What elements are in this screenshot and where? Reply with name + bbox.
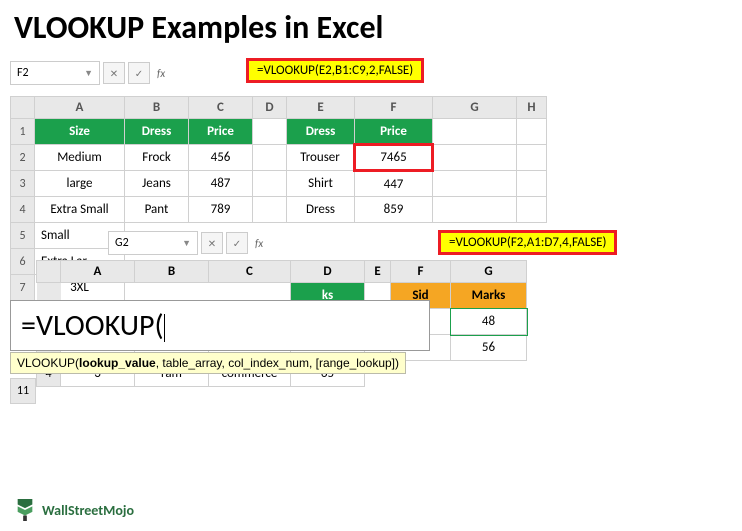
cell[interactable] xyxy=(253,197,287,223)
col-header[interactable]: E xyxy=(287,97,355,119)
cell[interactable]: 789 xyxy=(189,197,253,223)
check-icon[interactable]: ✓ xyxy=(226,232,248,254)
cancel-icon[interactable]: ✕ xyxy=(201,232,223,254)
cell[interactable]: 456 xyxy=(189,145,253,171)
tooltip-arg: [range_lookup] xyxy=(316,356,395,370)
cell[interactable]: large xyxy=(35,171,125,197)
formula-bar-1: F2▼ ✕ ✓ fx =VLOOKUP(E2,B1:C9,2,FALSE) xyxy=(10,58,169,88)
tooltip-arg: lookup_value xyxy=(79,356,156,370)
col-header[interactable]: E xyxy=(365,261,391,283)
cell[interactable] xyxy=(433,171,517,197)
name-box-value: F2 xyxy=(17,66,29,80)
text-cursor xyxy=(164,314,165,342)
col-header[interactable]: B xyxy=(135,261,209,283)
cell[interactable] xyxy=(517,197,547,223)
col-header[interactable]: D xyxy=(291,261,365,283)
logo-icon xyxy=(14,497,36,523)
tooltip-arg: table_array xyxy=(162,356,221,370)
cell[interactable] xyxy=(253,145,287,171)
col-header[interactable]: G xyxy=(433,97,517,119)
cell[interactable] xyxy=(253,171,287,197)
cell[interactable] xyxy=(433,145,517,171)
corner-cell[interactable] xyxy=(11,97,35,119)
selected-cell[interactable]: 48 xyxy=(451,309,527,335)
row-header[interactable]: 3 xyxy=(11,171,35,197)
formula-display-1: =VLOOKUP(E2,B1:C9,2,FALSE) xyxy=(246,58,424,83)
fx-icon: fx xyxy=(255,237,263,250)
cell[interactable]: Frock xyxy=(125,145,189,171)
cell[interactable]: 56 xyxy=(451,335,527,361)
col-header[interactable]: C xyxy=(189,97,253,119)
row-header[interactable]: 7 xyxy=(11,275,35,301)
col-header[interactable]: G xyxy=(451,261,527,283)
cell[interactable] xyxy=(433,197,517,223)
col-header[interactable]: D xyxy=(253,97,287,119)
table-header-cell[interactable]: Price xyxy=(189,119,253,145)
table-header-cell[interactable]: Price xyxy=(355,119,433,145)
cell[interactable] xyxy=(517,171,547,197)
cell[interactable] xyxy=(517,145,547,171)
col-header[interactable]: F xyxy=(355,97,433,119)
col-header[interactable]: C xyxy=(209,261,291,283)
row-header[interactable]: 5 xyxy=(11,223,35,249)
row-header[interactable]: 4 xyxy=(11,197,35,223)
name-box-2[interactable]: G2 ▼ xyxy=(108,231,198,255)
col-header[interactable]: A xyxy=(35,97,125,119)
row-header[interactable]: 1 xyxy=(11,119,35,145)
formula-bar-2: G2▼ ✕ ✓ fx =VLOOKUP(F2,A1:D7,4,FALSE) xyxy=(108,230,267,256)
formula-editing-cell[interactable]: =VLOOKUP( xyxy=(10,300,430,351)
col-header[interactable]: F xyxy=(391,261,451,283)
dropdown-icon: ▼ xyxy=(182,238,191,249)
cell[interactable]: Shirt xyxy=(287,171,355,197)
highlighted-result-cell[interactable]: 7465 xyxy=(355,145,433,171)
formula-text: =VLOOKUP( xyxy=(21,307,164,344)
col-header[interactable]: H xyxy=(517,97,547,119)
cancel-icon[interactable]: ✕ xyxy=(103,62,125,84)
cell[interactable]: Jeans xyxy=(125,171,189,197)
col-header[interactable]: B xyxy=(125,97,189,119)
cell[interactable]: 859 xyxy=(355,197,433,223)
cell[interactable]: 447 xyxy=(355,171,433,197)
cell[interactable] xyxy=(253,119,287,145)
function-tooltip: VLOOKUP(lookup_value, table_array, col_i… xyxy=(10,352,406,374)
col-header[interactable]: A xyxy=(61,261,135,283)
dropdown-icon: ▼ xyxy=(84,68,93,79)
tooltip-arg: col_index_num xyxy=(228,356,309,370)
page-title: VLOOKUP Examples in Excel xyxy=(0,0,742,55)
logo-text: WallStreetMojo xyxy=(42,502,134,519)
cell[interactable]: 487 xyxy=(189,171,253,197)
corner-cell[interactable] xyxy=(37,261,61,283)
row-header[interactable]: 11 xyxy=(10,378,36,404)
cell[interactable] xyxy=(517,119,547,145)
fx-icon: fx xyxy=(157,67,165,80)
logo: WallStreetMojo xyxy=(14,497,134,523)
name-box-value: G2 xyxy=(115,236,129,250)
cell[interactable]: Pant xyxy=(125,197,189,223)
check-icon[interactable]: ✓ xyxy=(128,62,150,84)
tooltip-fn: VLOOKUP xyxy=(17,356,75,370)
cell[interactable]: Dress xyxy=(287,197,355,223)
table-header-cell[interactable]: Marks xyxy=(451,283,527,309)
table-header-cell[interactable]: Dress xyxy=(125,119,189,145)
formula-display-2: =VLOOKUP(F2,A1:D7,4,FALSE) xyxy=(438,230,617,255)
cell[interactable]: Trouser xyxy=(287,145,355,171)
table-header-cell[interactable]: Dress xyxy=(287,119,355,145)
name-box-1[interactable]: F2 ▼ xyxy=(10,61,100,85)
cell[interactable]: Extra Small xyxy=(35,197,125,223)
cell[interactable] xyxy=(433,119,517,145)
row-header[interactable]: 6 xyxy=(11,249,35,275)
cell[interactable]: Medium xyxy=(35,145,125,171)
table-header-cell[interactable]: Size xyxy=(35,119,125,145)
row-header[interactable]: 2 xyxy=(11,145,35,171)
